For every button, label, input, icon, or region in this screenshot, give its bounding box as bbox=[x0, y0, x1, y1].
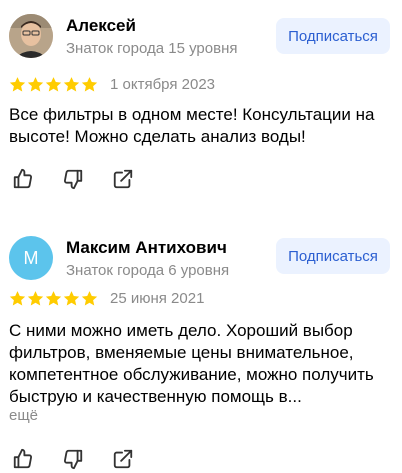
rating-stars bbox=[9, 76, 98, 93]
star-icon bbox=[63, 291, 80, 306]
star-icon bbox=[27, 77, 44, 92]
star-icon bbox=[27, 291, 44, 306]
like-icon bbox=[13, 168, 33, 189]
avatar[interactable] bbox=[9, 14, 53, 58]
review-actions bbox=[12, 448, 162, 470]
dislike-icon bbox=[63, 169, 83, 190]
share-button[interactable] bbox=[112, 168, 134, 190]
star-icon bbox=[9, 77, 26, 92]
dislike-icon bbox=[63, 449, 83, 470]
avatar[interactable]: М bbox=[9, 236, 53, 280]
share-icon bbox=[113, 449, 133, 469]
author-name[interactable]: Алексей bbox=[66, 16, 136, 36]
star-icon bbox=[81, 291, 98, 306]
dislike-button[interactable] bbox=[62, 448, 84, 470]
review-text: Все фильтры в одном месте! Консультации … bbox=[9, 105, 375, 146]
review-date: 25 июня 2021 bbox=[110, 290, 205, 307]
subscribe-button[interactable]: Подписаться bbox=[276, 238, 390, 274]
like-button[interactable] bbox=[12, 448, 34, 470]
subscribe-button[interactable]: Подписаться bbox=[276, 18, 390, 54]
star-icon bbox=[63, 77, 80, 92]
review-actions bbox=[12, 168, 162, 190]
star-icon bbox=[45, 77, 62, 92]
author-level: Знаток города 15 уровня bbox=[66, 40, 238, 57]
like-icon bbox=[13, 448, 33, 469]
author-name[interactable]: Максим Антихович bbox=[66, 238, 227, 258]
dislike-button[interactable] bbox=[62, 168, 84, 190]
review-text: С ними можно иметь дело. Хороший выбор ф… bbox=[9, 321, 374, 406]
rating-stars bbox=[9, 290, 98, 307]
author-level: Знаток города 6 уровня bbox=[66, 262, 230, 279]
like-button[interactable] bbox=[12, 168, 34, 190]
share-icon bbox=[113, 169, 133, 189]
star-icon bbox=[81, 77, 98, 92]
star-icon bbox=[9, 291, 26, 306]
star-icon bbox=[45, 291, 62, 306]
share-button[interactable] bbox=[112, 448, 134, 470]
more-link[interactable]: ещё bbox=[9, 407, 38, 424]
review-date: 1 октября 2023 bbox=[110, 76, 215, 93]
